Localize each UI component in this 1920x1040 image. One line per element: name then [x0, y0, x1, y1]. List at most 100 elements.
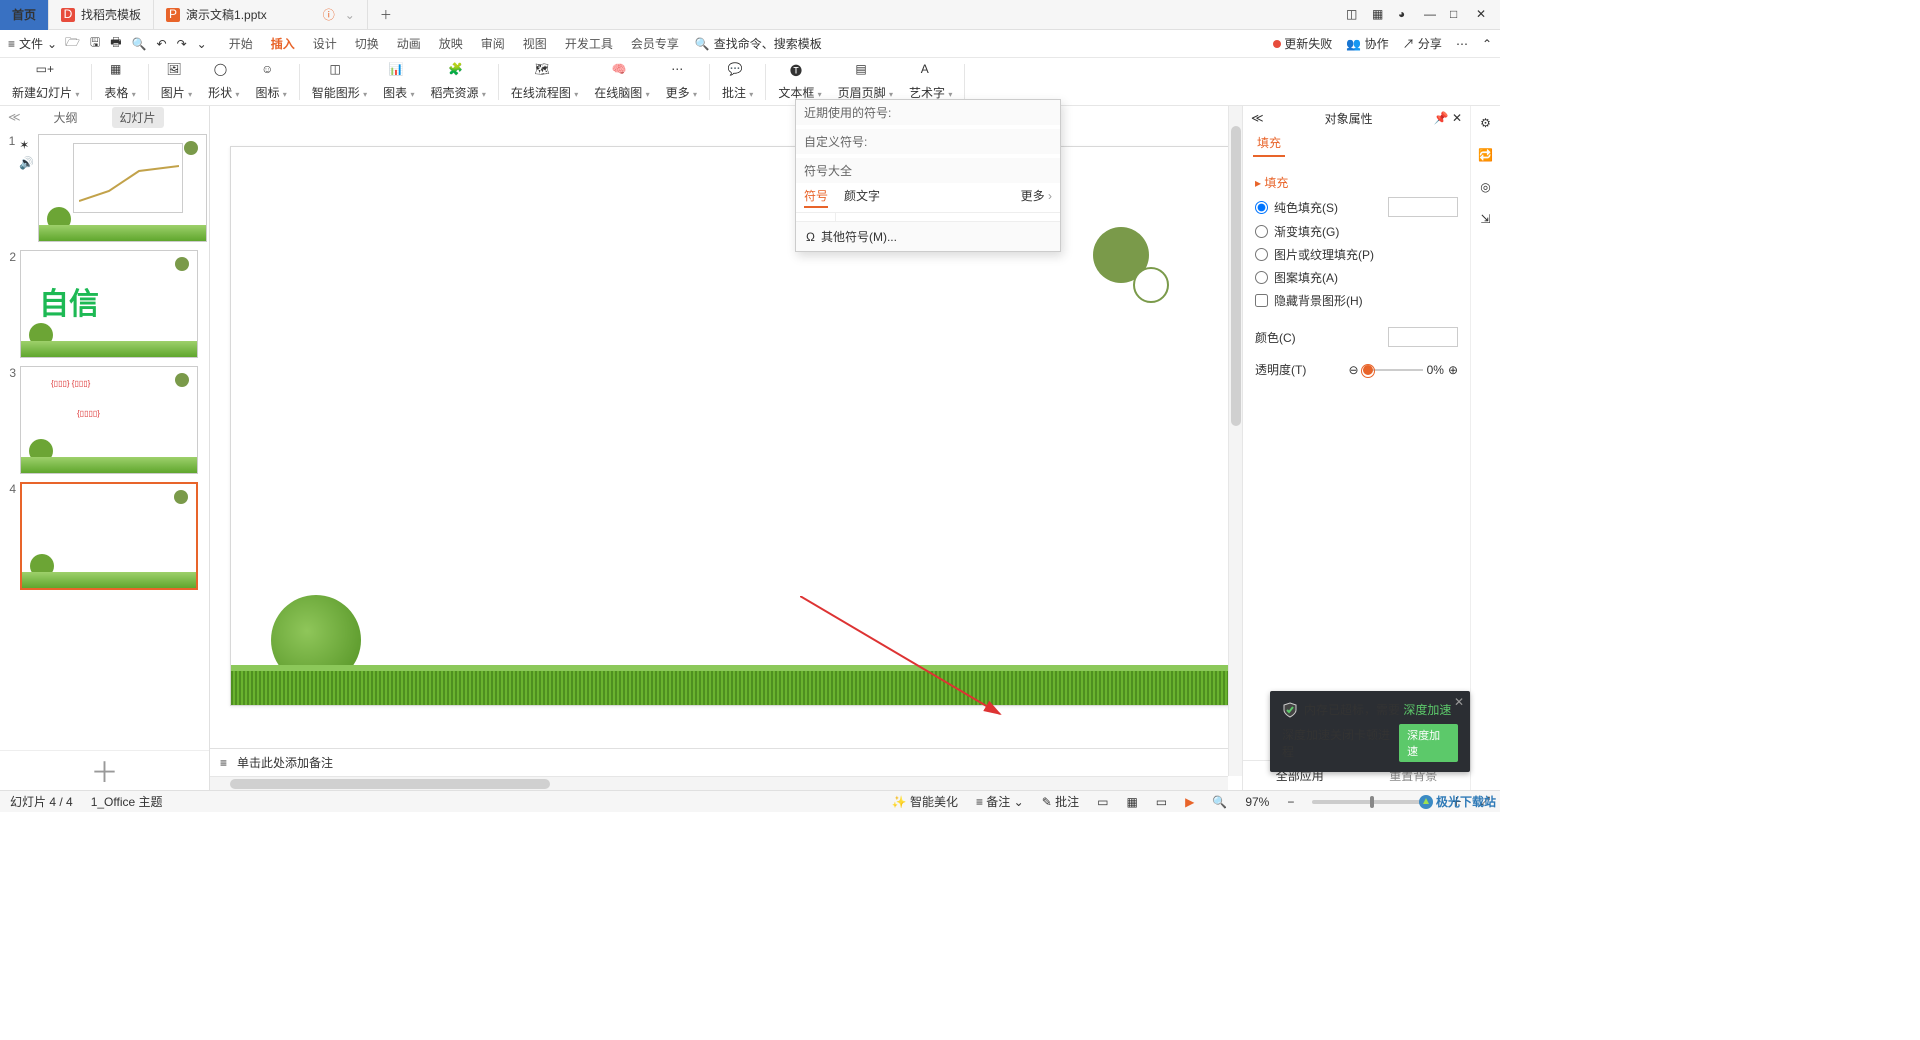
ribbon-dkres[interactable]: 🧩稻壳资源 ▾	[425, 60, 492, 103]
view-sorter-icon[interactable]: ▦	[1126, 795, 1137, 809]
tab-insert[interactable]: 插入	[271, 35, 295, 52]
ribbon-hf[interactable]: ▤页眉页脚 ▾	[832, 60, 899, 103]
search-box[interactable]: 🔍 查找命令、搜索模板	[695, 35, 1265, 52]
panel-menu-icon[interactable]: ≪	[1251, 111, 1264, 125]
view-normal-icon[interactable]: ▭	[1097, 795, 1108, 809]
ribbon-pic[interactable]: 🖼图片 ▾	[155, 60, 198, 103]
section-fill[interactable]: 填充	[1255, 174, 1458, 191]
maximize-icon[interactable]: □	[1450, 7, 1466, 23]
zoom-value[interactable]: 97%	[1245, 795, 1269, 809]
avatar-icon[interactable]: ◕	[1398, 7, 1414, 23]
ribbon-more[interactable]: ⋯更多 ▾	[660, 60, 703, 103]
color-select[interactable]	[1388, 327, 1458, 347]
slide-thumb-4[interactable]	[20, 482, 198, 590]
tab-animation[interactable]: 动画	[397, 35, 421, 52]
view-reading-icon[interactable]: ▭	[1156, 795, 1167, 809]
redo-icon[interactable]: ↷	[177, 37, 187, 51]
tab-document[interactable]: P 演示文稿1.pptx ⓘ ⌄	[154, 0, 368, 30]
replace-icon[interactable]: 🔁	[1478, 148, 1493, 162]
zoom-dec[interactable]: −	[1287, 795, 1294, 809]
print-icon[interactable]: 🖶	[110, 33, 121, 54]
subtab-emoji[interactable]: 颜文字	[844, 187, 880, 208]
tab-transition[interactable]: 切换	[355, 35, 379, 52]
beautify-button[interactable]: ✨ 智能美化	[892, 793, 958, 810]
minimize-icon[interactable]: —	[1424, 7, 1440, 23]
ribbon-newslide[interactable]: ▭+新建幻灯片 ▾	[6, 60, 85, 103]
ribbon-chart[interactable]: 📊图表 ▾	[377, 60, 420, 103]
toast-action-button[interactable]: 深度加速	[1399, 724, 1458, 762]
tab-design[interactable]: 设计	[313, 35, 337, 52]
tab-dev[interactable]: 开发工具	[565, 35, 613, 52]
transparency-slider[interactable]	[1363, 363, 1423, 377]
ribbon-table[interactable]: ▦表格 ▾	[98, 60, 141, 103]
ribbon-shape[interactable]: ◯形状 ▾	[202, 60, 245, 103]
close-icon[interactable]: ✕	[1476, 7, 1492, 23]
slide-thumb-2[interactable]: 自信	[20, 250, 198, 358]
save-icon[interactable]: 🖫	[90, 33, 100, 54]
update-failed[interactable]: 更新失败	[1273, 35, 1332, 52]
tab-slideshow[interactable]: 放映	[439, 35, 463, 52]
fill-preset-select[interactable]	[1388, 197, 1458, 217]
apps-icon[interactable]: ▦	[1372, 7, 1388, 23]
vertical-scrollbar[interactable]	[1228, 106, 1242, 776]
thumb-row-2[interactable]: 2 自信	[2, 250, 207, 358]
collapse-panel-icon[interactable]: ≪	[8, 110, 21, 124]
more-qat-icon[interactable]: ⌄	[197, 37, 207, 51]
thumb-row-3[interactable]: 3 {▯▯▯} {▯▯▯} {▯▯▯▯}	[2, 366, 207, 474]
slide-thumb-3[interactable]: {▯▯▯} {▯▯▯} {▯▯▯▯}	[20, 366, 198, 474]
tab-home[interactable]: 首页	[0, 0, 49, 30]
layout-icon[interactable]: ◫	[1346, 7, 1362, 23]
thumb-row-1[interactable]: 1 ✶🔊	[2, 134, 207, 242]
add-tab-button[interactable]: ＋	[368, 0, 404, 30]
coop-button[interactable]: 👥 协作	[1346, 35, 1388, 52]
tab-fill[interactable]: 填充	[1253, 130, 1285, 157]
slide-thumb-1[interactable]	[38, 134, 207, 242]
dropdown-icon[interactable]: ⌄	[345, 8, 355, 22]
add-slide-button[interactable]: ＋	[0, 750, 209, 790]
toast-close-icon[interactable]: ✕	[1454, 695, 1464, 709]
collapse-ribbon-icon[interactable]: ⌃	[1482, 37, 1492, 51]
pin-icon[interactable]: 📌	[1434, 111, 1449, 125]
ribbon-icon[interactable]: ☺图标 ▾	[249, 60, 292, 103]
subtab-symbol[interactable]: 符号	[804, 187, 828, 208]
share-button[interactable]: ↗ 分享	[1403, 35, 1442, 52]
ribbon-mindmap[interactable]: 🧠在线脑图 ▾	[588, 60, 655, 103]
horizontal-scrollbar[interactable]	[210, 776, 1228, 790]
file-menu[interactable]: ≡ 文件 ⌄	[8, 35, 57, 52]
notes-pane[interactable]: ≡ 单击此处添加备注	[210, 748, 1228, 776]
ribbon-onlineflow[interactable]: 🗺在线流程图 ▾	[505, 60, 584, 103]
tab-templates[interactable]: D 找稻壳模板	[49, 0, 154, 30]
close-icon[interactable]: ✕	[1452, 111, 1462, 125]
dec-icon[interactable]: ⊖	[1349, 363, 1359, 377]
radio-picture[interactable]	[1255, 248, 1268, 261]
notes-button[interactable]: ≡ 备注 ⌄	[976, 793, 1024, 810]
thumb-row-4[interactable]: 4	[2, 482, 207, 590]
tab-vip[interactable]: 会员专享	[631, 35, 679, 52]
comments-button[interactable]: ✎ 批注	[1042, 793, 1079, 810]
preview-icon[interactable]: 🔍	[132, 37, 147, 51]
zoom-out-icon[interactable]: 🔍	[1212, 795, 1227, 809]
adjust-icon[interactable]: ⚙	[1480, 116, 1491, 130]
check-hide-bg[interactable]	[1255, 294, 1268, 307]
radio-gradient[interactable]	[1255, 225, 1268, 238]
ribbon-smart[interactable]: ◫智能图形 ▾	[306, 60, 373, 103]
more-symbols-button[interactable]: Ω 其他符号(M)...	[796, 221, 1060, 251]
inc-icon[interactable]: ⊕	[1448, 363, 1458, 377]
tab-start[interactable]: 开始	[229, 35, 253, 52]
shape-circle-outline[interactable]	[1133, 267, 1169, 303]
tab-review[interactable]: 审阅	[481, 35, 505, 52]
ribbon-textbox[interactable]: 🅣文本框 ▾	[772, 60, 827, 103]
notes-toggle-icon[interactable]: ≡	[220, 756, 227, 770]
play-icon[interactable]: ▶	[1185, 795, 1194, 809]
subtab-more[interactable]: 更多 ›	[1021, 187, 1052, 208]
undo-icon[interactable]: ↶	[157, 37, 167, 51]
open-icon[interactable]: 🗁	[65, 33, 80, 54]
tab-outline[interactable]: 大纲	[45, 107, 85, 128]
target-icon[interactable]: ◎	[1480, 180, 1490, 194]
slide-canvas[interactable]	[230, 146, 1230, 706]
tab-slides[interactable]: 幻灯片	[112, 107, 164, 128]
tab-view[interactable]: 视图	[523, 35, 547, 52]
ribbon-wordart[interactable]: A艺术字 ▾	[903, 60, 958, 103]
export-icon[interactable]: ⇲	[1480, 212, 1490, 226]
zoom-slider[interactable]	[1312, 800, 1432, 804]
